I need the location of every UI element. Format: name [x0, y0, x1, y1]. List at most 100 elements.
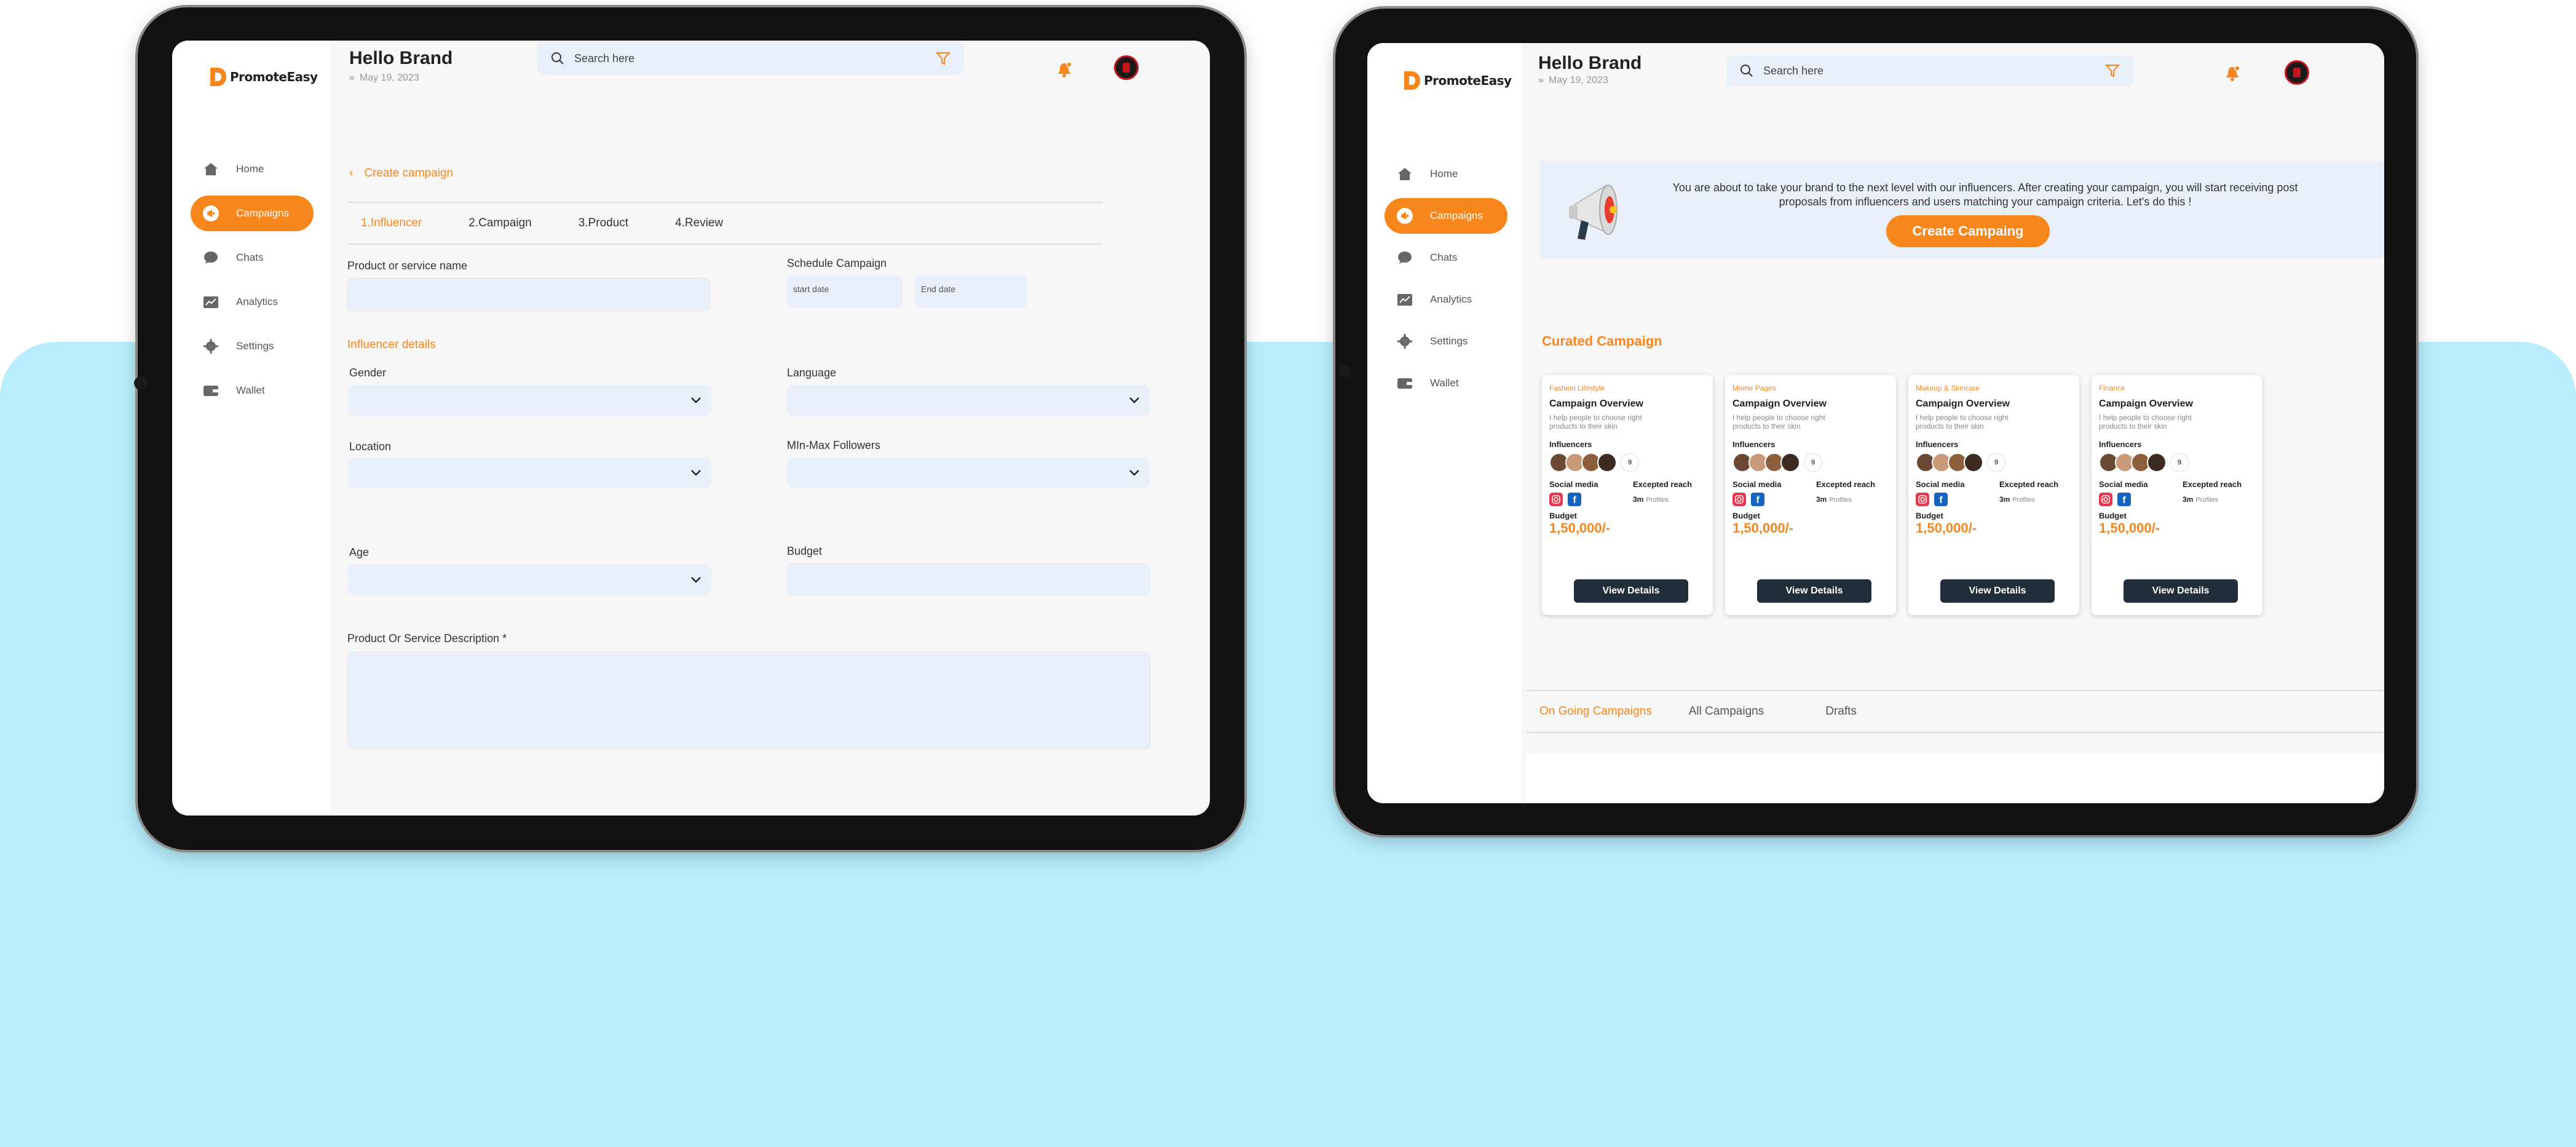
avatar[interactable] — [2285, 60, 2309, 85]
tab-review[interactable]: 4.Review — [675, 216, 723, 230]
social-media-label: Social media — [1916, 479, 1965, 489]
campaign-card: Meme Pages Campaign Overview I help peop… — [1725, 375, 1896, 615]
view-details-button[interactable]: View Details — [1574, 579, 1688, 603]
influencer-count: 9 — [1987, 453, 2005, 472]
end-date-input[interactable]: End date — [915, 276, 1027, 308]
chat-icon — [1397, 251, 1413, 264]
double-chevron-icon: » — [349, 73, 355, 83]
sidebar-item-campaigns[interactable]: Campaigns — [191, 196, 314, 231]
instagram-icon[interactable] — [1916, 492, 1929, 506]
tab-ongoing-campaigns[interactable]: On Going Campaigns — [1539, 705, 1652, 718]
influencer-details-heading: Influencer details — [347, 338, 436, 351]
start-date-input[interactable]: start date — [787, 276, 903, 308]
tab-influencer[interactable]: 1.Influencer — [361, 216, 422, 230]
facebook-icon[interactable]: f — [1751, 492, 1764, 506]
influencer-count: 9 — [2170, 453, 2189, 472]
product-name-label: Product or service name — [347, 260, 468, 272]
filter-icon[interactable] — [936, 52, 950, 65]
date-text: May 19, 2023 — [359, 73, 419, 83]
sidebar-item-wallet[interactable]: Wallet — [191, 373, 314, 408]
sidebar-item-label: Chats — [236, 252, 264, 263]
search-icon — [1740, 65, 1753, 77]
influencer-avatars: 9 — [1549, 452, 1705, 472]
avatar[interactable] — [1114, 55, 1139, 80]
budget-value: 1,50,000/- — [1732, 520, 1794, 536]
reach-label: Excepted reach — [1816, 479, 1876, 489]
logo-text: PromoteEasy — [230, 69, 318, 84]
influencer-count: 9 — [1621, 453, 1639, 472]
chevron-down-icon — [691, 470, 701, 476]
language-select[interactable] — [787, 385, 1150, 416]
sidebar-item-settings[interactable]: Settings — [191, 328, 314, 364]
reach-label: Excepted reach — [1633, 479, 1693, 489]
search-bar[interactable]: Search here — [1726, 55, 2133, 86]
card-category: Fashion Lifestyle — [1549, 384, 1605, 392]
facebook-icon[interactable]: f — [1568, 492, 1581, 506]
back-link[interactable]: ‹ Create campaign — [349, 167, 453, 180]
social-media-label: Social media — [2099, 479, 2148, 489]
instagram-icon[interactable] — [1549, 492, 1563, 506]
gender-select[interactable] — [347, 385, 711, 416]
age-select[interactable] — [347, 565, 711, 595]
influencers-label: Influencers — [2099, 439, 2142, 449]
instagram-icon[interactable] — [2099, 492, 2112, 506]
view-details-button[interactable]: View Details — [1940, 579, 2055, 603]
budget-label: Budget — [1916, 510, 1943, 520]
step-tabs: 1.Influencer 2.Campaign 3.Product 4.Revi… — [347, 202, 1102, 245]
reach-unit: Profiles — [2012, 496, 2036, 504]
influencers-label: Influencers — [1549, 439, 1592, 449]
sidebar-item-label: Settings — [236, 340, 274, 352]
sidebar-item-label: Analytics — [1430, 293, 1472, 305]
sidebar-item-analytics[interactable]: Analytics — [1385, 282, 1507, 317]
sidebar-item-label: Campaigns — [236, 207, 289, 219]
location-select[interactable] — [347, 458, 711, 488]
view-details-button[interactable]: View Details — [2124, 579, 2238, 603]
sidebar-item-label: Home — [236, 163, 264, 175]
tab-drafts[interactable]: Drafts — [1825, 705, 1857, 718]
tablet-frame-left: PromoteEasy Home Campaigns Chats Analyti… — [134, 7, 1244, 850]
budget-label: Budget — [1732, 510, 1760, 520]
sidebar-item-settings[interactable]: Settings — [1385, 323, 1507, 359]
campaign-card: Makeup & Skincare Campaign Overview I he… — [1908, 375, 2079, 615]
tab-product[interactable]: 3.Product — [579, 216, 628, 230]
instagram-icon[interactable] — [1732, 492, 1746, 506]
reach-value: 3m — [1633, 494, 1644, 504]
description-textarea[interactable] — [347, 652, 1150, 749]
budget-input[interactable] — [787, 563, 1150, 595]
sidebar-item-home[interactable]: Home — [191, 151, 314, 187]
facebook-icon[interactable]: f — [1934, 492, 1948, 506]
campaign-table — [1526, 754, 2384, 803]
location-label: Location — [349, 440, 392, 453]
card-description: I help people to choose right products t… — [1916, 413, 2009, 431]
home-icon — [203, 162, 219, 176]
bell-icon[interactable] — [2224, 65, 2240, 82]
sidebar-item-chats[interactable]: Chats — [1385, 240, 1507, 276]
sidebar-item-analytics[interactable]: Analytics — [191, 284, 314, 320]
gender-label: Gender — [349, 367, 387, 379]
sidebar-item-campaigns[interactable]: Campaigns — [1385, 198, 1507, 234]
reach-label: Excepted reach — [2183, 479, 2242, 489]
card-category: Meme Pages — [1732, 384, 1776, 392]
sidebar-item-wallet[interactable]: Wallet — [1385, 365, 1507, 401]
card-category: Makeup & Skincare — [1916, 384, 1980, 392]
create-campaign-button[interactable]: Create Campaing — [1886, 215, 2050, 247]
back-link-label: Create campaign — [364, 167, 454, 180]
tab-all-campaigns[interactable]: All Campaigns — [1689, 705, 1764, 718]
campaign-card: Finance Campaign Overview I help people … — [2092, 375, 2262, 615]
card-description: I help people to choose right products t… — [1732, 413, 1825, 431]
product-name-input[interactable] — [347, 278, 710, 311]
influencer-count: 9 — [1804, 453, 1822, 472]
followers-select[interactable] — [787, 458, 1150, 488]
view-details-button[interactable]: View Details — [1757, 579, 1871, 603]
camera-dot — [1339, 365, 1351, 378]
date-line: » May 19, 2023 — [349, 73, 419, 84]
sidebar-item-chats[interactable]: Chats — [191, 240, 314, 276]
chevron-down-icon — [1129, 397, 1139, 403]
bell-icon[interactable] — [1056, 62, 1072, 79]
sidebar-item-home[interactable]: Home — [1385, 156, 1507, 192]
filter-icon[interactable] — [2105, 64, 2120, 77]
search-bar[interactable]: Search here — [537, 42, 964, 75]
facebook-icon[interactable]: f — [2117, 492, 2131, 506]
influencers-label: Influencers — [1916, 439, 1959, 449]
tab-campaign[interactable]: 2.Campaign — [468, 216, 531, 230]
